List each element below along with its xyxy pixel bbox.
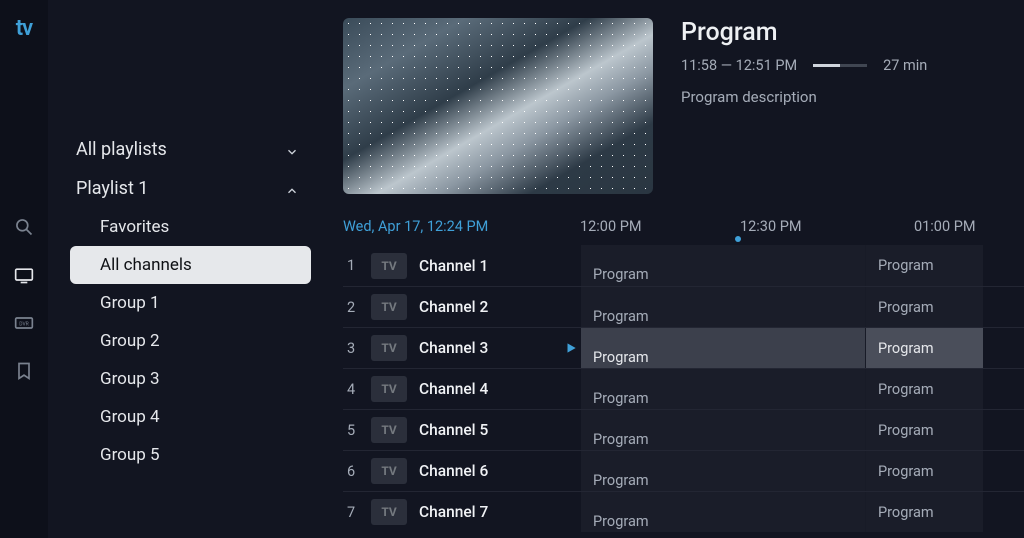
all-playlists-label: All playlists	[76, 139, 167, 160]
time-slot: 12:00 PM	[580, 218, 740, 235]
sidebar-item-group-2[interactable]: Group 2	[70, 322, 311, 360]
program-remaining: 27 min	[883, 57, 927, 74]
program-cells: ProgramProgram	[581, 245, 983, 286]
channel-row[interactable]: 3TV Channel 3 ProgramProgram	[343, 327, 1024, 368]
program-cells: ProgramProgram	[581, 369, 983, 409]
chevron-down-icon	[285, 143, 299, 157]
program-cell[interactable]: Program	[865, 492, 983, 532]
playlist-sidebar: All playlists Playlist 1 Favorites All c…	[48, 0, 323, 538]
channel-name: Channel 4	[419, 380, 561, 398]
program-cell[interactable]: Program	[865, 328, 983, 368]
sidebar-item-label: Group 4	[100, 407, 160, 427]
channel-name: Channel 7	[419, 503, 561, 521]
sidebar-item-favorites[interactable]: Favorites	[70, 208, 311, 246]
program-cell[interactable]: Program	[581, 410, 865, 450]
chevron-up-icon	[285, 182, 299, 196]
channel-name: Channel 2	[419, 298, 561, 316]
channel-grid: 1TVChannel 1ProgramProgram2TVChannel 2Pr…	[343, 245, 1024, 532]
program-description: Program description	[681, 88, 927, 106]
channel-number: 1	[343, 257, 371, 274]
program-cell[interactable]: Program	[865, 451, 983, 491]
program-cell[interactable]: Program	[581, 287, 865, 327]
current-time: Wed, Apr 17, 12:24 PM	[343, 218, 580, 235]
channel-row[interactable]: 5TV Channel 5 ProgramProgram	[343, 409, 1024, 450]
now-marker-icon	[735, 236, 741, 242]
sidebar-item-label: Favorites	[100, 217, 169, 237]
program-hero: Program 11:58 — 12:51 PM 27 min Program …	[343, 18, 1024, 194]
channel-name: Channel 6	[419, 462, 561, 480]
program-cells: ProgramProgram	[581, 328, 983, 368]
time-slot: 01:00 PM	[914, 218, 1024, 235]
program-cell[interactable]: Program	[865, 369, 983, 409]
program-cell[interactable]: Program	[865, 245, 983, 286]
channel-number: 2	[343, 299, 371, 316]
nav-rail: tv DVR	[0, 0, 48, 538]
sidebar-item-group-3[interactable]: Group 3	[70, 360, 311, 398]
sidebar-item-group-1[interactable]: Group 1	[70, 284, 311, 322]
channel-name: Channel 5	[419, 421, 561, 439]
sidebar-item-group-5[interactable]: Group 5	[70, 436, 311, 474]
channel-logo: TV	[371, 499, 407, 525]
tv-icon[interactable]	[14, 265, 34, 285]
channel-logo: TV	[371, 294, 407, 320]
channel-name: Channel 1	[419, 257, 561, 275]
playlist-label: Playlist 1	[76, 178, 148, 199]
progress-bar	[813, 64, 867, 67]
sidebar-item-label: Group 5	[100, 445, 160, 465]
dvr-icon[interactable]: DVR	[14, 313, 34, 333]
channel-number: 5	[343, 422, 371, 439]
channel-number: 7	[343, 504, 371, 521]
all-playlists-row[interactable]: All playlists	[70, 130, 311, 169]
program-cell[interactable]: Program	[581, 328, 865, 368]
playlist-row[interactable]: Playlist 1	[70, 169, 311, 208]
channel-row[interactable]: 1TV Channel 1 ProgramProgram	[343, 245, 1024, 286]
channel-row[interactable]: 6TV Channel 6 ProgramProgram	[343, 450, 1024, 491]
program-cell[interactable]: Program	[865, 287, 983, 327]
program-cells: ProgramProgram	[581, 451, 983, 491]
playlist-groups: Favorites All channels Group 1 Group 2 G…	[70, 208, 311, 474]
channel-logo: TV	[371, 253, 407, 279]
time-slot: 12:30 PM	[740, 218, 914, 235]
channel-row[interactable]: 7TV Channel 7 ProgramProgram	[343, 491, 1024, 532]
channel-logo: TV	[371, 335, 407, 361]
program-cell[interactable]: Program	[581, 369, 865, 409]
app-logo: tv	[16, 10, 32, 41]
time-header: Wed, Apr 17, 12:24 PM 12:00 PM 12:30 PM …	[343, 218, 1024, 235]
search-icon[interactable]	[14, 217, 34, 237]
channel-number: 4	[343, 381, 371, 398]
program-cells: ProgramProgram	[581, 287, 983, 327]
main-content: Program 11:58 — 12:51 PM 27 min Program …	[323, 0, 1024, 538]
program-cell[interactable]: Program	[581, 492, 865, 532]
time-slot-label: 12:30 PM	[740, 218, 802, 235]
video-preview[interactable]	[343, 18, 653, 194]
channel-row[interactable]: 2TV Channel 2 ProgramProgram	[343, 286, 1024, 327]
program-cells: ProgramProgram	[581, 492, 983, 532]
sidebar-item-all-channels[interactable]: All channels	[70, 246, 311, 284]
channel-number: 3	[343, 340, 371, 357]
program-cell[interactable]: Program	[581, 451, 865, 491]
sidebar-item-group-4[interactable]: Group 4	[70, 398, 311, 436]
sidebar-item-label: Group 2	[100, 331, 160, 351]
program-cell[interactable]: Program	[865, 410, 983, 450]
channel-number: 6	[343, 463, 371, 480]
program-timerange: 11:58 — 12:51 PM	[681, 57, 797, 74]
program-title: Program	[681, 18, 927, 47]
sidebar-item-label: All channels	[100, 255, 192, 275]
program-cell[interactable]: Program	[581, 245, 865, 286]
play-indicator-icon	[561, 341, 581, 355]
channel-logo: TV	[371, 376, 407, 402]
channel-logo: TV	[371, 417, 407, 443]
program-cells: ProgramProgram	[581, 410, 983, 450]
channel-row[interactable]: 4TV Channel 4 ProgramProgram	[343, 368, 1024, 409]
sidebar-item-label: Group 1	[100, 293, 160, 313]
channel-name: Channel 3	[419, 339, 561, 357]
channel-logo: TV	[371, 458, 407, 484]
svg-text:DVR: DVR	[19, 322, 29, 328]
bookmark-icon[interactable]	[14, 361, 34, 381]
sidebar-item-label: Group 3	[100, 369, 160, 389]
